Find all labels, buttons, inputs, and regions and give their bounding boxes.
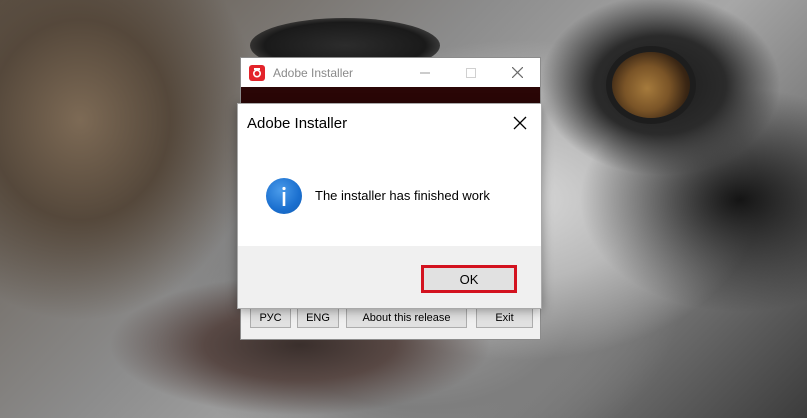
info-icon	[266, 178, 302, 214]
installer-title: Adobe Installer	[273, 65, 354, 80]
minimize-icon	[420, 72, 430, 73]
dialog-titlebar[interactable]: Adobe Installer	[238, 104, 541, 142]
installer-titlebar[interactable]: Adobe Installer	[241, 58, 540, 87]
close-icon	[511, 67, 523, 78]
dialog-body: The installer has finished work	[238, 142, 541, 246]
message-dialog: Adobe Installer The installer has finish…	[237, 103, 542, 309]
adobe-app-icon	[249, 64, 265, 81]
close-button[interactable]	[494, 58, 540, 87]
exit-button[interactable]: Exit	[476, 307, 533, 328]
dialog-message: The installer has finished work	[315, 188, 490, 203]
english-language-button[interactable]: ENG	[297, 307, 339, 328]
installer-button-row: РУС ENG About this release Exit	[241, 307, 540, 329]
dialog-footer: OK	[238, 246, 541, 308]
maximize-button[interactable]	[448, 58, 494, 87]
minimize-button[interactable]	[402, 58, 448, 87]
maximize-icon	[466, 67, 476, 78]
russian-language-button[interactable]: РУС	[250, 307, 291, 328]
close-icon	[513, 116, 527, 130]
dialog-close-button[interactable]	[511, 114, 529, 132]
about-release-button[interactable]: About this release	[346, 307, 467, 328]
dialog-title: Adobe Installer	[247, 115, 348, 132]
background-photo-eye	[612, 52, 690, 118]
ok-button[interactable]: OK	[421, 265, 517, 293]
window-controls	[402, 58, 540, 87]
header-band	[241, 87, 540, 103]
